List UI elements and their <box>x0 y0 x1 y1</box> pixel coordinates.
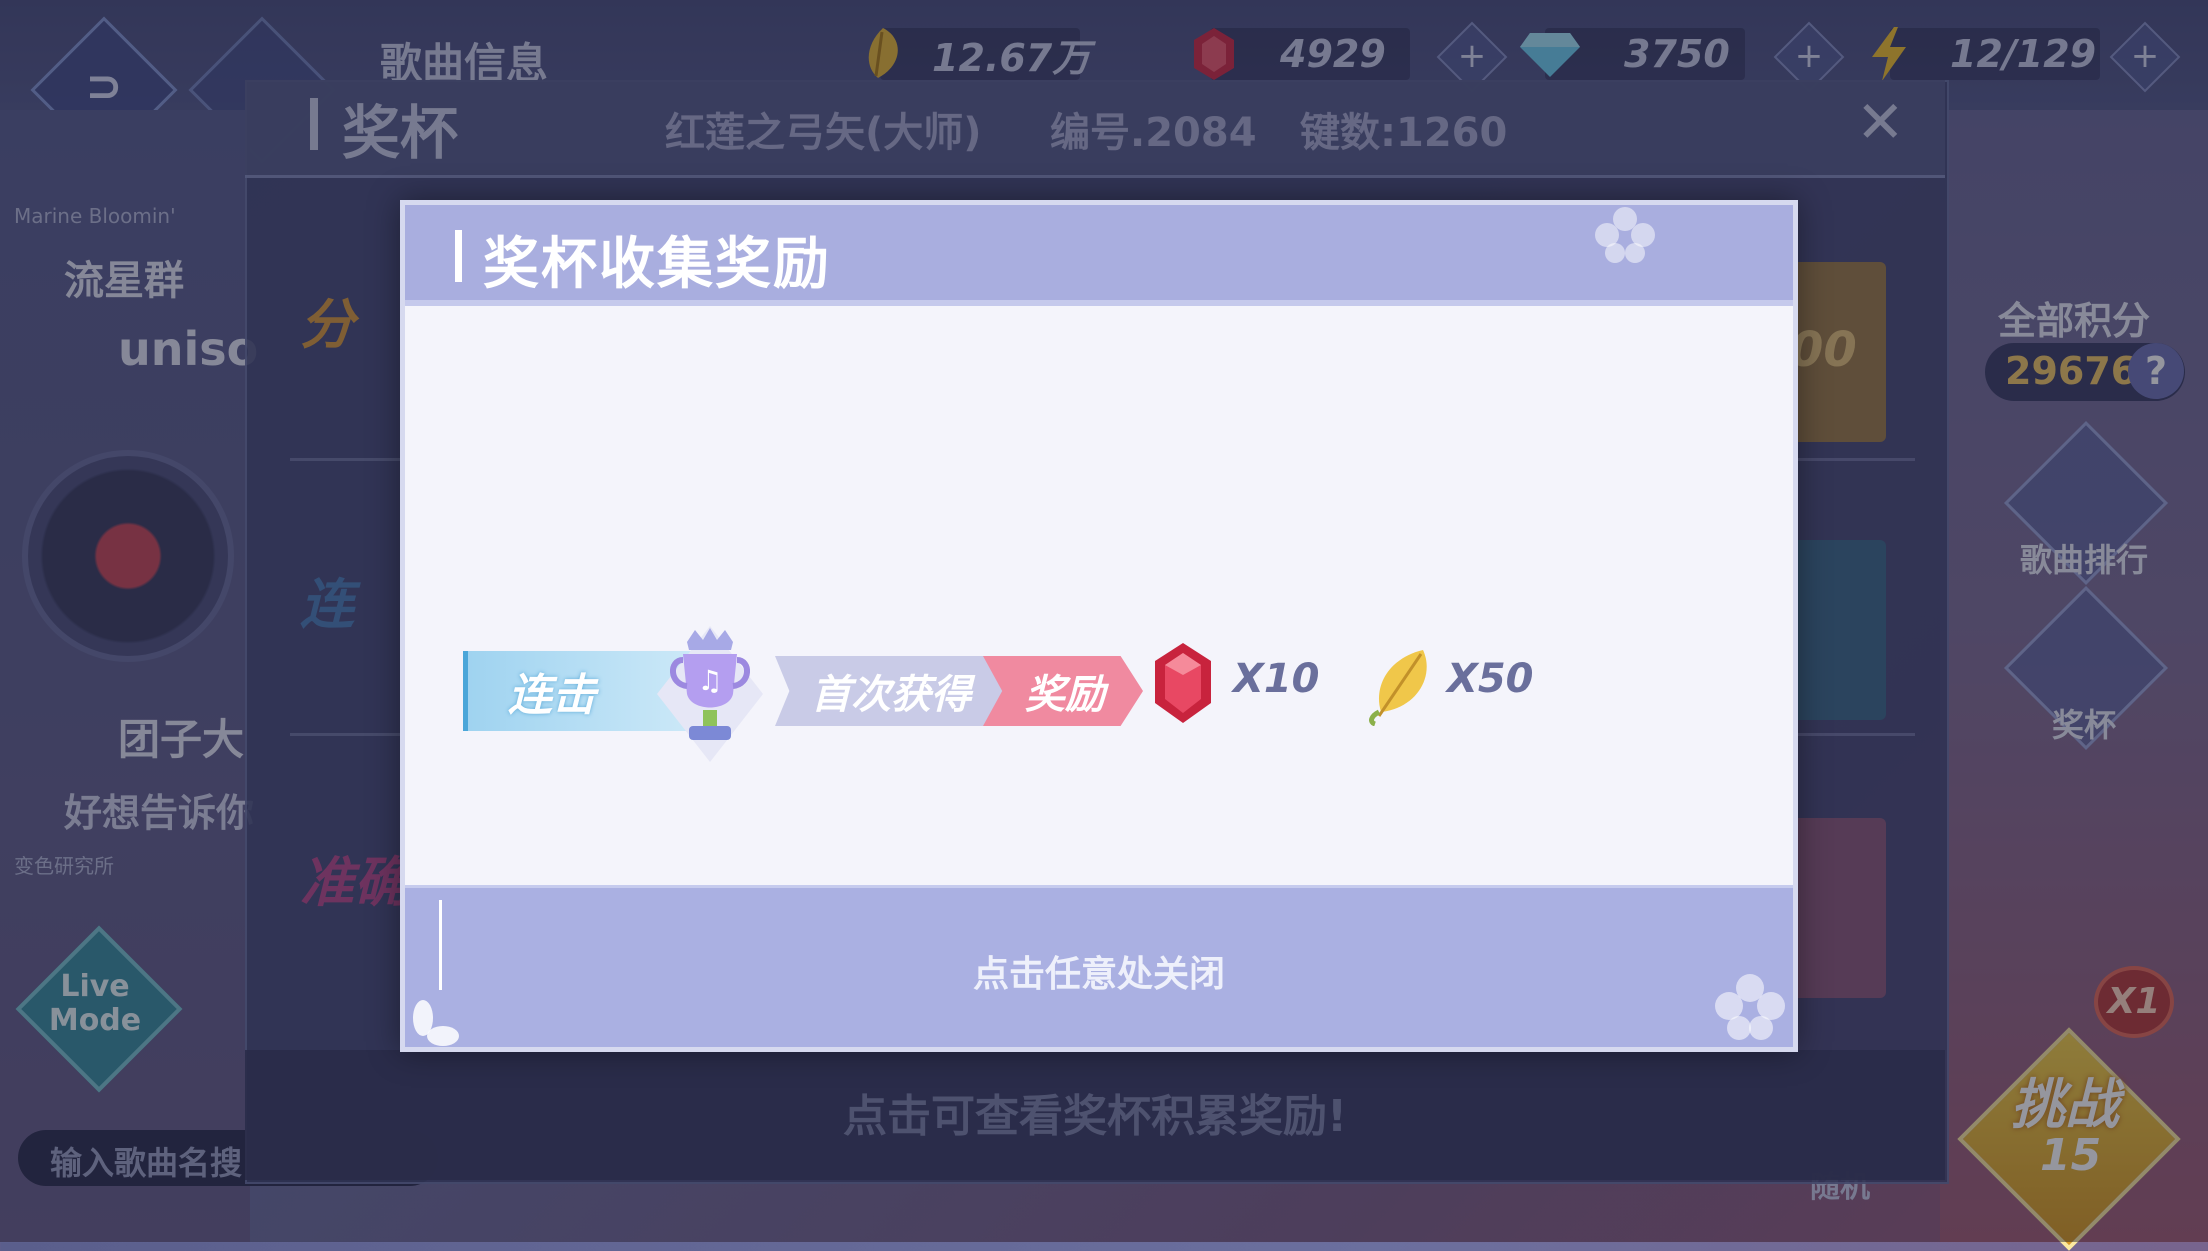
first-obtain-tag: 首次获得 <box>775 656 1015 726</box>
combo-category-label: 连击 <box>508 670 596 721</box>
sakura-decoration-icon <box>1595 207 1655 263</box>
red-gem-icon <box>1155 643 1211 723</box>
trophy-reward-modal[interactable]: 奖杯收集奖励 连击 首次获得 奖励 ♫ X10 X50 点击任意处关闭 <box>400 200 1798 1052</box>
gold-leaf-icon <box>1369 650 1427 726</box>
modal-title: 奖杯收集奖励 <box>483 232 831 297</box>
close-anywhere-hint: 点击任意处关闭 <box>972 954 1225 995</box>
reward-tag: 奖励 <box>983 656 1143 726</box>
svg-text:♫: ♫ <box>697 664 722 697</box>
sakura-decoration-icon <box>413 1000 459 1046</box>
modal-title-accent <box>455 230 462 282</box>
trophy-cup-icon: ♫ <box>657 626 763 762</box>
first-obtain-label: 首次获得 <box>811 672 971 718</box>
modal-body: 连击 首次获得 奖励 ♫ X10 X50 <box>405 306 1793 886</box>
gem-reward-quantity: X10 <box>1233 656 1320 702</box>
reward-label: 奖励 <box>1025 672 1105 718</box>
leaf-reward-quantity: X50 <box>1447 656 1534 702</box>
